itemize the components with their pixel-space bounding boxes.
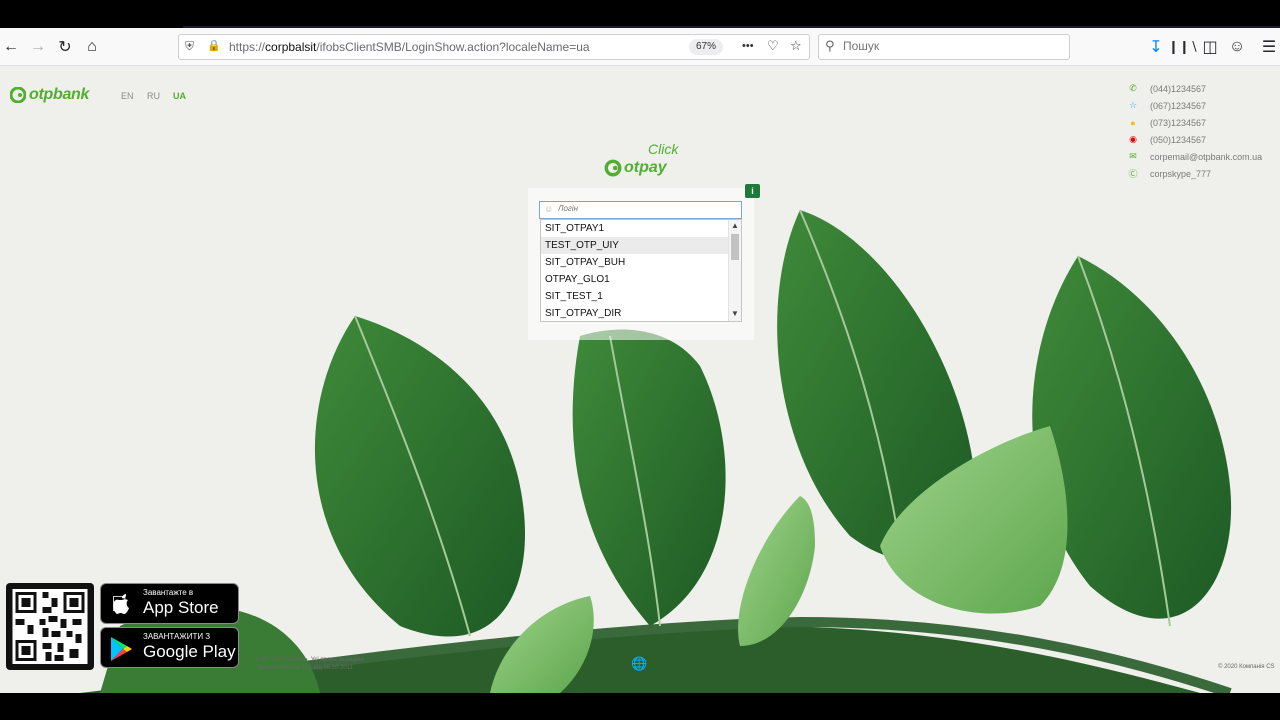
url-text: https://corpbalsit/ifobsClientSMB/LoginS… [229, 40, 590, 54]
contact-vodafone[interactable]: ◉ (050)1234567 [1126, 131, 1262, 148]
apple-logo-icon [113, 594, 129, 614]
otp-logo-icon [10, 87, 26, 103]
google-play-icon [111, 637, 132, 661]
dropdown-option[interactable]: TEST_OTP_UIY [541, 237, 729, 254]
otpay-text: otpay [624, 159, 667, 176]
copyright-text: © 2020 Компанія CS [1218, 664, 1275, 670]
scroll-down-icon[interactable]: ▼ [731, 309, 739, 318]
search-input[interactable] [843, 39, 1063, 53]
shield-icon: ⛨ [185, 39, 195, 53]
search-icon: ⚲ [825, 38, 835, 53]
page-actions-icon[interactable]: ••• [742, 40, 754, 52]
user-icon: ☺ [544, 204, 554, 214]
account-button[interactable]: ☺ [1226, 36, 1248, 58]
contact-email[interactable]: ✉ corpemail@otpbank.com.ua [1126, 148, 1262, 165]
reload-button[interactable]: ↻ [54, 36, 76, 58]
phone-icon: ✆ [1129, 83, 1137, 93]
bottom-strip [0, 693, 1280, 720]
browser-navbar: ← → ↻ ⌂ ⛨ 🔒 https://corpbalsit/ifobsClie… [0, 28, 1280, 66]
info-button[interactable]: i [745, 184, 760, 198]
lifecell-icon: ● [1130, 117, 1136, 128]
dropdown-option[interactable]: SIT_TEST_1 [541, 288, 729, 305]
home-button[interactable]: ⌂ [81, 36, 103, 58]
scrollbar-thumb[interactable] [731, 234, 739, 260]
sidebar-icon: ◫ [1202, 39, 1218, 56]
contact-skype[interactable]: Ⓒcorpskype_777 [1126, 165, 1262, 182]
kyivstar-icon: ☆ [1128, 100, 1138, 110]
reload-icon: ↻ [58, 39, 72, 56]
qr-code [6, 583, 94, 670]
vodafone-icon: ◉ [1129, 134, 1137, 144]
dropdown-option[interactable]: OTPAY_GLO1 [541, 271, 729, 288]
lang-en[interactable]: EN [121, 91, 134, 101]
mail-icon: ✉ [1129, 151, 1137, 161]
otpay-logo-icon [604, 159, 622, 177]
scroll-up-icon[interactable]: ▲ [731, 221, 739, 230]
appstore-big-text: App Store [143, 598, 219, 617]
google-play-button[interactable]: ЗАВАНТАЖИТИ З Google Play [100, 627, 239, 668]
page-content: otpbank EN RU UA ✆ (044)1234567 ☆ (067)123… [0, 66, 1280, 693]
zoom-indicator[interactable]: 67% [689, 39, 723, 55]
download-arrow-icon: ↧ [1149, 39, 1163, 56]
browser-top-strip [0, 0, 1280, 28]
search-bar[interactable]: ⚲ [818, 34, 1070, 60]
login-autocomplete-dropdown: SIT_OTPAY1 TEST_OTP_UIY SIT_OTPAY_BUH OT… [540, 219, 742, 322]
lang-ru[interactable]: RU [147, 91, 160, 101]
contacts-list: ✆ (044)1234567 ☆ (067)1234567 ● (073)123456… [1126, 80, 1262, 182]
forward-button[interactable]: → [27, 36, 49, 58]
logo-text: otpbank [29, 86, 90, 103]
bookmark-star-icon[interactable]: ☆ [790, 38, 802, 54]
address-bar[interactable]: ⛨ 🔒 https://corpbalsit/ifobsClientSMB/Lo… [178, 34, 810, 60]
lang-ua[interactable]: UA [173, 91, 186, 101]
back-arrow-icon: ← [3, 38, 19, 55]
library-icon: ❙❙∖ [1167, 39, 1199, 54]
contact-phone[interactable]: ✆ (044)1234567 [1126, 80, 1262, 97]
legal-text: © АТ «ОТП БАНК». Усі права захищені Ліце… [256, 657, 364, 671]
dropdown-option[interactable]: SIT_OTPAY_DIR [541, 305, 729, 321]
googleplay-big-text: Google Play [143, 642, 236, 661]
app-store-button[interactable]:  Завантажте в App Store [100, 583, 239, 624]
click-text: Click [648, 141, 679, 157]
googleplay-small-text: ЗАВАНТАЖИТИ З [143, 632, 211, 641]
globe-icon[interactable]: 🌐 [631, 656, 647, 672]
pocket-icon[interactable]: ♡ [767, 38, 779, 54]
skype-icon: Ⓒ [1128, 169, 1138, 179]
contact-kyivstar[interactable]: ☆ (067)1234567 [1126, 97, 1262, 114]
dropdown-scrollbar[interactable]: ▲ ▼ [728, 220, 741, 321]
sidebar-button[interactable]: ◫ [1199, 36, 1221, 58]
lock-icon: 🔒 [207, 40, 221, 52]
hamburger-menu-icon: ☰ [1261, 39, 1277, 56]
contact-lifecell[interactable]: ● (073)1234567 [1126, 114, 1262, 131]
home-icon: ⌂ [87, 38, 97, 55]
otpbank-logo[interactable]: otpbank [10, 86, 89, 104]
dropdown-option[interactable]: SIT_OTPAY_BUH [541, 254, 729, 271]
click-otpay-logo: Click otpay [604, 141, 684, 181]
account-icon: ☺ [1228, 38, 1246, 55]
library-button[interactable]: ❙❙∖ [1168, 36, 1198, 58]
login-field[interactable]: ☺ [539, 201, 742, 219]
menu-button[interactable]: ☰ [1258, 36, 1280, 58]
appstore-small-text: Завантажте в [143, 588, 194, 597]
dropdown-option[interactable]: SIT_OTPAY1 [541, 220, 729, 237]
qr-code-icon [12, 589, 88, 664]
forward-arrow-icon: → [30, 38, 46, 55]
back-button[interactable]: ← [0, 36, 22, 58]
downloads-button[interactable]: ↧ [1145, 36, 1167, 58]
login-input[interactable] [558, 204, 738, 213]
